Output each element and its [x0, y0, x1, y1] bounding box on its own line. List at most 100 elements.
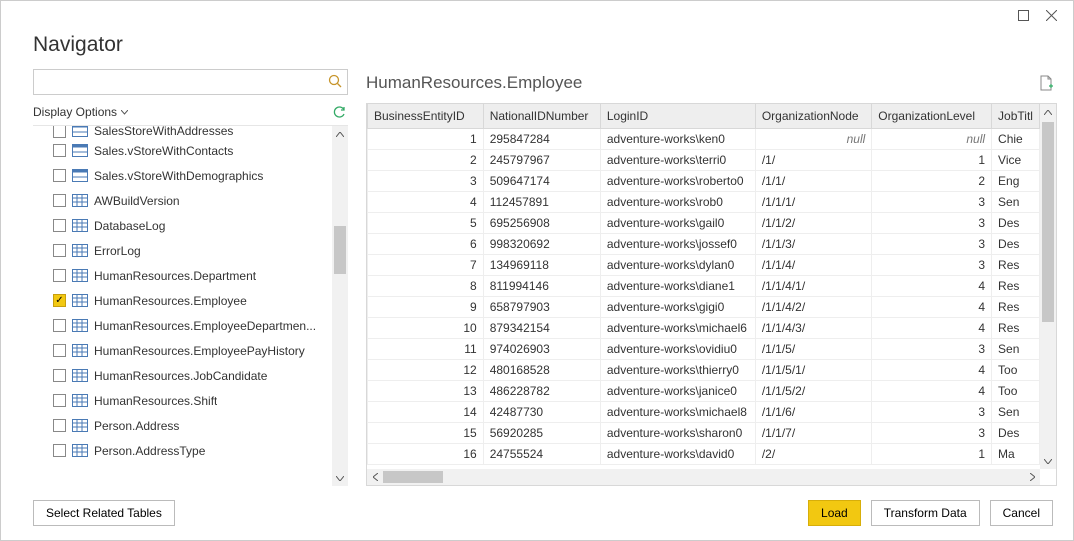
column-header[interactable]: OrganizationLevel	[872, 104, 992, 128]
scroll-left-icon[interactable]	[367, 469, 383, 485]
grid-horizontal-scrollbar[interactable]	[367, 469, 1040, 485]
search-input[interactable]	[33, 69, 348, 95]
table-row[interactable]: 4112457891adventure-works\rob0/1/1/1/3Se…	[368, 191, 1040, 212]
tree-item[interactable]: SalesStoreWithAddresses	[33, 126, 332, 138]
checkbox[interactable]	[53, 144, 66, 157]
checkbox[interactable]	[53, 319, 66, 332]
tree-item-label: HumanResources.EmployeePayHistory	[94, 344, 305, 358]
cancel-button[interactable]: Cancel	[990, 500, 1053, 526]
table-icon	[72, 269, 88, 283]
checkbox[interactable]	[53, 344, 66, 357]
checkbox[interactable]	[53, 244, 66, 257]
tree-item[interactable]: HumanResources.Department	[33, 263, 332, 288]
table-row[interactable]: 11974026903adventure-works\ovidiu0/1/1/5…	[368, 338, 1040, 359]
table-row[interactable]: 1442487730adventure-works\michael8/1/1/6…	[368, 401, 1040, 422]
checkbox[interactable]	[53, 294, 66, 307]
scroll-up-icon[interactable]	[1040, 104, 1056, 120]
cell: /1/1/4/	[755, 254, 871, 275]
grid-vertical-scrollbar[interactable]	[1040, 104, 1056, 469]
cell: 1	[872, 149, 992, 170]
cell: /1/	[755, 149, 871, 170]
checkbox[interactable]	[53, 369, 66, 382]
scroll-thumb[interactable]	[334, 226, 346, 274]
tree-item-label: ErrorLog	[94, 244, 141, 258]
checkbox[interactable]	[53, 126, 66, 138]
checkbox[interactable]	[53, 219, 66, 232]
table-row[interactable]: 8811994146adventure-works\diane1/1/1/4/1…	[368, 275, 1040, 296]
tree-item[interactable]: HumanResources.Shift	[33, 388, 332, 413]
tree-item[interactable]: Sales.vStoreWithContacts	[33, 138, 332, 163]
scroll-up-icon[interactable]	[332, 126, 348, 142]
preview-options-button[interactable]	[1039, 75, 1053, 91]
tree-item[interactable]: HumanResources.EmployeeDepartmen...	[33, 313, 332, 338]
cell: 295847284	[483, 128, 600, 149]
search-icon[interactable]	[328, 74, 342, 88]
navigator-tree[interactable]: SalesStoreWithAddressesSales.vStoreWithC…	[33, 126, 332, 486]
tree-item[interactable]: ErrorLog	[33, 238, 332, 263]
load-button[interactable]: Load	[808, 500, 861, 526]
scroll-down-icon[interactable]	[332, 470, 348, 486]
tree-item[interactable]: HumanResources.EmployeePayHistory	[33, 338, 332, 363]
table-row[interactable]: 13486228782adventure-works\janice0/1/1/5…	[368, 380, 1040, 401]
display-options-dropdown[interactable]: Display Options	[33, 105, 128, 119]
select-related-tables-button[interactable]: Select Related Tables	[33, 500, 175, 526]
cell: adventure-works\terri0	[600, 149, 755, 170]
data-grid[interactable]: BusinessEntityIDNationalIDNumberLoginIDO…	[366, 103, 1057, 486]
table-row[interactable]: 1295847284adventure-works\ken0nullnullCh…	[368, 128, 1040, 149]
tree-item[interactable]: Sales.vStoreWithDemographics	[33, 163, 332, 188]
cell: /1/1/5/	[755, 338, 871, 359]
cell: 245797967	[483, 149, 600, 170]
cell: 3	[872, 254, 992, 275]
tree-item[interactable]: HumanResources.JobCandidate	[33, 363, 332, 388]
cell: /1/1/4/1/	[755, 275, 871, 296]
tree-item[interactable]: HumanResources.Employee	[33, 288, 332, 313]
cell: 112457891	[483, 191, 600, 212]
view-icon	[72, 169, 88, 183]
table-row[interactable]: 10879342154adventure-works\michael6/1/1/…	[368, 317, 1040, 338]
tree-item[interactable]: Person.AddressType	[33, 438, 332, 463]
cell: adventure-works\ovidiu0	[600, 338, 755, 359]
column-header[interactable]: JobTitl	[992, 104, 1040, 128]
close-button[interactable]	[1037, 5, 1065, 25]
cell: 3	[368, 170, 484, 191]
table-row[interactable]: 1624755524adventure-works\david0/2/1Ma	[368, 443, 1040, 464]
checkbox[interactable]	[53, 269, 66, 282]
scroll-thumb[interactable]	[1042, 122, 1054, 322]
column-header[interactable]: BusinessEntityID	[368, 104, 484, 128]
scroll-right-icon[interactable]	[1024, 469, 1040, 485]
transform-data-button[interactable]: Transform Data	[871, 500, 980, 526]
table-row[interactable]: 9658797903adventure-works\gigi0/1/1/4/2/…	[368, 296, 1040, 317]
cell: adventure-works\gigi0	[600, 296, 755, 317]
refresh-button[interactable]	[332, 105, 346, 119]
cell: 7	[368, 254, 484, 275]
table-row[interactable]: 7134969118adventure-works\dylan0/1/1/4/3…	[368, 254, 1040, 275]
column-header[interactable]: OrganizationNode	[755, 104, 871, 128]
cell: Too	[992, 359, 1040, 380]
tree-vertical-scrollbar[interactable]	[332, 126, 348, 486]
tree-item[interactable]: AWBuildVersion	[33, 188, 332, 213]
maximize-button[interactable]	[1009, 5, 1037, 25]
column-header[interactable]: LoginID	[600, 104, 755, 128]
table-row[interactable]: 12480168528adventure-works\thierry0/1/1/…	[368, 359, 1040, 380]
table-row[interactable]: 2245797967adventure-works\terri0/1/1Vice	[368, 149, 1040, 170]
table-row[interactable]: 3509647174adventure-works\roberto0/1/1/2…	[368, 170, 1040, 191]
table-row[interactable]: 6998320692adventure-works\jossef0/1/1/3/…	[368, 233, 1040, 254]
scroll-down-icon[interactable]	[1040, 453, 1056, 469]
tree-item[interactable]: Person.Address	[33, 413, 332, 438]
checkbox[interactable]	[53, 394, 66, 407]
tree-item-label: HumanResources.Shift	[94, 394, 217, 408]
cell: 8	[368, 275, 484, 296]
cell: 1	[872, 443, 992, 464]
table-row[interactable]: 1556920285adventure-works\sharon0/1/1/7/…	[368, 422, 1040, 443]
preview-pane: HumanResources.Employee BusinessEntityID…	[348, 69, 1057, 486]
tree-item[interactable]: DatabaseLog	[33, 213, 332, 238]
checkbox[interactable]	[53, 419, 66, 432]
checkbox[interactable]	[53, 194, 66, 207]
table-icon	[72, 319, 88, 333]
column-header[interactable]: NationalIDNumber	[483, 104, 600, 128]
checkbox[interactable]	[53, 444, 66, 457]
cell: adventure-works\dylan0	[600, 254, 755, 275]
checkbox[interactable]	[53, 169, 66, 182]
table-row[interactable]: 5695256908adventure-works\gail0/1/1/2/3D…	[368, 212, 1040, 233]
scroll-thumb[interactable]	[383, 471, 443, 483]
